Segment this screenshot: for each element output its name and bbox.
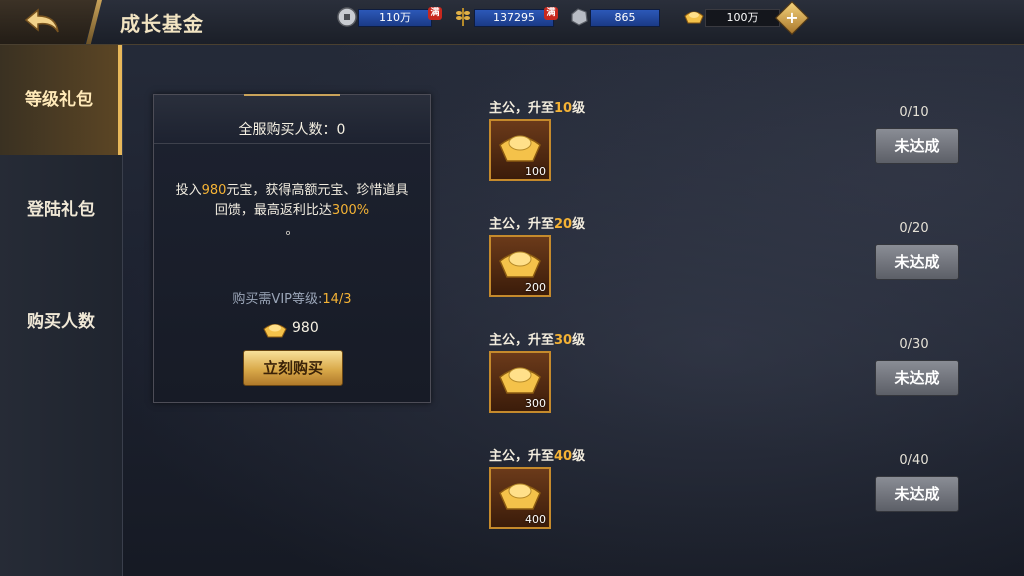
reward-quantity: 300 [525,397,546,410]
server-buyer-count: 全服购买人数：0 [238,122,346,138]
resource-iron: 865 [568,8,660,27]
reward-item-slot[interactable]: 300 [489,351,551,413]
gold-ingot-icon [684,11,704,24]
reward-item-slot[interactable]: 400 [489,467,551,529]
buy-now-button[interactable]: 立刻购买 [243,350,343,386]
tab-level-gift[interactable]: 等级礼包 [0,45,122,155]
level-progress: 0/30 [899,337,929,352]
tab-login-gift[interactable]: 登陆礼包 [0,155,122,265]
gold-ingot-icon [499,483,541,510]
header-ornament [244,94,340,96]
claim-status-button[interactable]: 未达成 [875,128,959,164]
reward-quantity: 200 [525,281,546,294]
reward-title: 主公，升至40级 [489,449,586,464]
grain-full-badge: 满 [544,7,558,20]
price-value: 980 [292,320,319,336]
vip-value: 14/3 [322,292,352,307]
invest-amount: 980 [201,183,227,198]
iron-ore-icon [571,8,588,26]
grain-value: 137295 [474,9,554,27]
gold-ingot-icon [263,324,287,338]
resource-silver: 110万 满 [336,7,442,27]
return-rate: 300% [331,203,370,218]
silver-coin-icon [337,7,357,27]
claim-status-button[interactable]: 未达成 [875,476,959,512]
iron-value: 865 [590,9,660,27]
reward-row: 主公，升至40级 400 0/40 未达成 [489,445,969,545]
level-progress: 0/10 [899,105,929,120]
sidebar: 等级礼包 登陆礼包 购买人数 [0,45,123,576]
gold-ingot-icon [499,251,541,278]
reward-quantity: 400 [525,513,546,526]
silver-value: 110万 [358,9,432,27]
tab-buyer-count[interactable]: 购买人数 [0,267,122,377]
reward-quantity: 100 [525,165,546,178]
reward-item-slot[interactable]: 100 [489,119,551,181]
plus-icon: + [785,8,799,27]
top-bar: 成长基金 110万 满 137295 满 865 100万 + [0,0,1024,45]
fund-description: 投入980元宝，获得高额元宝、珍惜道具回馈，最高返利比达300%。 [175,183,409,238]
reward-row: 主公，升至20级 200 0/20 未达成 [489,213,969,313]
reward-title: 主公，升至20级 [489,217,586,232]
gold-ingot-icon [499,367,541,394]
claim-status-button[interactable]: 未达成 [875,244,959,280]
add-gold-button[interactable]: + [775,1,809,35]
claim-status-button[interactable]: 未达成 [875,360,959,396]
gold-ingot-icon [499,135,541,162]
reward-title: 主公，升至10级 [489,101,586,116]
level-progress: 0/40 [899,453,929,468]
back-button[interactable] [0,0,100,44]
grain-icon [456,8,470,26]
fund-card: 全服购买人数：0 投入980元宝，获得高额元宝、珍惜道具回馈，最高返利比达300… [153,94,431,403]
reward-row: 主公，升至10级 100 0/10 未达成 [489,97,969,197]
reward-row: 主公，升至30级 300 0/30 未达成 [489,329,969,429]
silver-full-badge: 满 [428,7,442,20]
resource-grain: 137295 满 [452,7,558,27]
vip-requirement: 购买需VIP等级:14/3 [232,292,352,307]
back-arrow-icon [24,8,59,33]
reward-title: 主公，升至30级 [489,333,586,348]
reward-item-slot[interactable]: 200 [489,235,551,297]
gold-value: 100万 [705,9,780,27]
level-progress: 0/20 [899,221,929,236]
page-title: 成长基金 [120,12,204,36]
